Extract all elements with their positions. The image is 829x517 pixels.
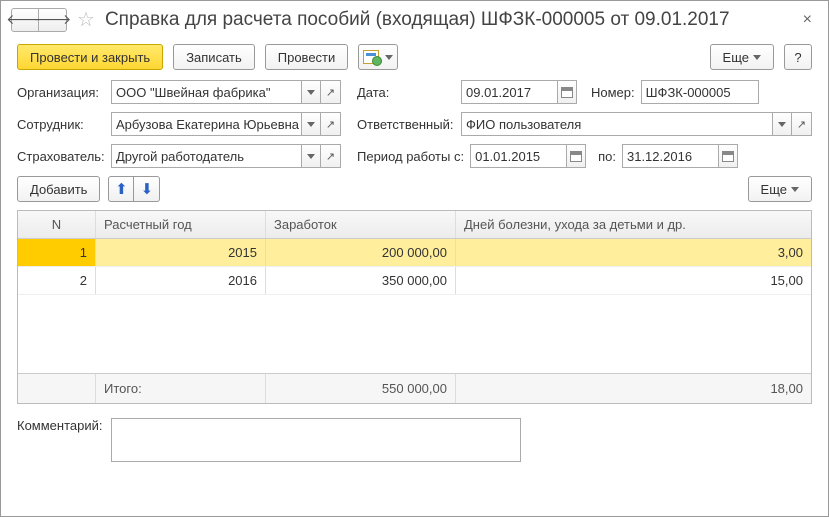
- earnings-table: N Расчетный год Заработок Дней болезни, …: [17, 210, 812, 404]
- save-button[interactable]: Записать: [173, 44, 255, 70]
- more-menu-button[interactable]: Еще: [710, 44, 774, 70]
- comment-label: Комментарий:: [17, 418, 103, 433]
- footer-days: 18,00: [456, 374, 811, 403]
- responsible-open[interactable]: [792, 112, 812, 136]
- cell-earnings[interactable]: 350 000,00: [266, 267, 456, 294]
- cell-days[interactable]: 15,00: [456, 267, 811, 294]
- organization-open[interactable]: [321, 80, 341, 104]
- responsible-input[interactable]: ФИО пользователя: [461, 112, 772, 136]
- employee-open[interactable]: [321, 112, 341, 136]
- col-header-n[interactable]: N: [18, 211, 96, 238]
- col-header-earnings[interactable]: Заработок: [266, 211, 456, 238]
- table-row[interactable]: 1 2015 200 000,00 3,00: [18, 239, 811, 267]
- date-field[interactable]: 09.01.2017: [461, 80, 577, 104]
- cell-n[interactable]: 1: [18, 239, 96, 266]
- organization-field[interactable]: ООО "Швейная фабрика": [111, 80, 341, 104]
- table-row[interactable]: 2 2016 350 000,00 15,00: [18, 267, 811, 295]
- cell-year[interactable]: 2015: [96, 239, 266, 266]
- table-more-button[interactable]: Еще: [748, 176, 812, 202]
- table-toolbar: Добавить ⬆ ⬇ Еще: [17, 176, 812, 202]
- period-from-field[interactable]: 01.01.2015: [470, 144, 586, 168]
- period-to-input[interactable]: 31.12.2016: [622, 144, 718, 168]
- responsible-label: Ответственный:: [357, 117, 455, 132]
- comment-row: Комментарий:: [17, 418, 812, 462]
- insurer-dropdown[interactable]: [301, 144, 321, 168]
- number-label: Номер:: [591, 85, 635, 100]
- titlebar: 🡐 🡒 ☆ Справка для расчета пособий (входя…: [1, 1, 828, 38]
- employee-dropdown[interactable]: [301, 112, 321, 136]
- period-from-input[interactable]: 01.01.2015: [470, 144, 566, 168]
- period-to-field[interactable]: 31.12.2016: [622, 144, 738, 168]
- footer-n: [18, 374, 96, 403]
- move-up-button[interactable]: ⬆: [108, 176, 134, 202]
- table-header: N Расчетный год Заработок Дней болезни, …: [18, 211, 811, 239]
- responsible-field[interactable]: ФИО пользователя: [461, 112, 812, 136]
- organization-dropdown[interactable]: [301, 80, 321, 104]
- organization-label: Организация:: [17, 85, 105, 100]
- reports-menu-button[interactable]: [358, 44, 398, 70]
- period-to-calendar[interactable]: [718, 144, 738, 168]
- report-icon: [363, 50, 379, 64]
- close-button[interactable]: ×: [797, 11, 818, 29]
- col-header-year[interactable]: Расчетный год: [96, 211, 266, 238]
- post-and-close-button[interactable]: Провести и закрыть: [17, 44, 163, 70]
- insurer-label: Страхователь:: [17, 149, 105, 164]
- period-from-calendar[interactable]: [566, 144, 586, 168]
- comment-input[interactable]: [111, 418, 521, 462]
- cell-n[interactable]: 2: [18, 267, 96, 294]
- cell-earnings[interactable]: 200 000,00: [266, 239, 456, 266]
- employee-field[interactable]: Арбузова Екатерина Юрьевна: [111, 112, 341, 136]
- number-input[interactable]: ШФЗК-000005: [641, 80, 759, 104]
- document-title: Справка для расчета пособий (входящая) Ш…: [105, 9, 791, 31]
- organization-input[interactable]: ООО "Швейная фабрика": [111, 80, 301, 104]
- nav-group: 🡐 🡒: [11, 8, 67, 32]
- responsible-dropdown[interactable]: [772, 112, 792, 136]
- post-button[interactable]: Провести: [265, 44, 349, 70]
- document-window: 🡐 🡒 ☆ Справка для расчета пособий (входя…: [0, 0, 829, 517]
- insurer-input[interactable]: Другой работодатель: [111, 144, 301, 168]
- cell-year[interactable]: 2016: [96, 267, 266, 294]
- insurer-open[interactable]: [321, 144, 341, 168]
- move-down-button[interactable]: ⬇: [134, 176, 160, 202]
- table-body: 1 2015 200 000,00 3,00 2 2016 350 000,00…: [18, 239, 811, 373]
- footer-earnings: 550 000,00: [266, 374, 456, 403]
- employee-input[interactable]: Арбузова Екатерина Юрьевна: [111, 112, 301, 136]
- table-empty-area[interactable]: [18, 295, 811, 373]
- form-fields: Организация: ООО "Швейная фабрика" Дата:…: [1, 80, 828, 462]
- add-row-button[interactable]: Добавить: [17, 176, 100, 202]
- date-label: Дата:: [357, 85, 455, 100]
- period-to-label: по:: [598, 149, 616, 164]
- period-from-label: Период работы с:: [357, 149, 464, 164]
- table-footer: Итого: 550 000,00 18,00: [18, 373, 811, 403]
- favorite-star-icon[interactable]: ☆: [77, 7, 95, 32]
- date-calendar-button[interactable]: [557, 80, 577, 104]
- date-input[interactable]: 09.01.2017: [461, 80, 557, 104]
- employee-label: Сотрудник:: [17, 117, 105, 132]
- footer-label: Итого:: [96, 374, 266, 403]
- move-row-group: ⬆ ⬇: [108, 176, 160, 202]
- help-button[interactable]: ?: [784, 44, 812, 70]
- insurer-field[interactable]: Другой работодатель: [111, 144, 341, 168]
- cell-days[interactable]: 3,00: [456, 239, 811, 266]
- main-toolbar: Провести и закрыть Записать Провести Еще…: [1, 38, 828, 80]
- forward-button[interactable]: 🡒: [39, 8, 67, 32]
- col-header-days[interactable]: Дней болезни, ухода за детьми и др.: [456, 211, 811, 238]
